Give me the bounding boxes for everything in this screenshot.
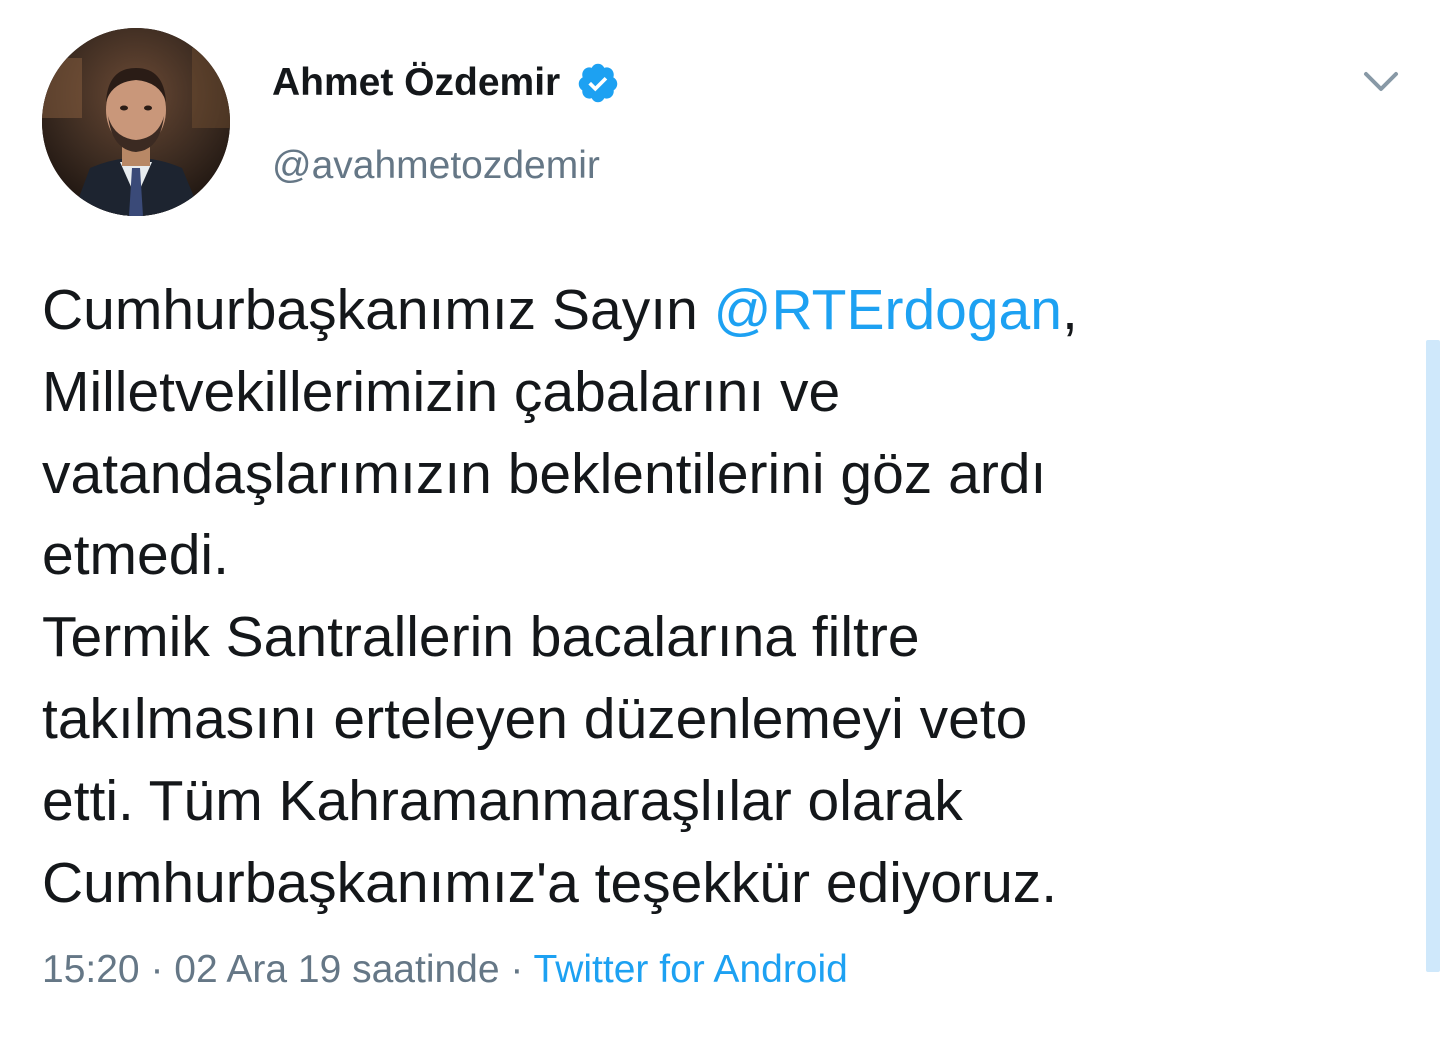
- mention-link[interactable]: @RTErdogan: [714, 278, 1062, 342]
- display-name[interactable]: Ahmet Özdemir: [272, 61, 560, 105]
- scrollbar[interactable]: [1426, 340, 1440, 972]
- tweet-source-link[interactable]: Twitter for Android: [534, 948, 848, 991]
- chevron-down-icon[interactable]: [1356, 60, 1406, 104]
- user-handle[interactable]: @avahmetozdemir: [272, 144, 600, 188]
- tweet-date[interactable]: 02 Ara 19 saatinde: [174, 948, 499, 991]
- tweet-text-rest: , Milletvekillerimizin çabalarını ve vat…: [42, 278, 1078, 915]
- display-name-row[interactable]: Ahmet Özdemir: [272, 56, 620, 110]
- tweet-meta: 15:20 · 02 Ara 19 saatinde · Twitter for…: [42, 948, 848, 992]
- meta-separator: ·: [150, 948, 164, 991]
- verified-badge-icon: [576, 61, 620, 105]
- tweet-card: Ahmet Özdemir @avahmetozdemir Cumhurbaşk…: [0, 0, 1440, 1038]
- tweet-time[interactable]: 15:20: [42, 948, 140, 991]
- avatar[interactable]: [42, 28, 230, 216]
- tweet-text-start: Cumhurbaşkanımız Sayın: [42, 278, 714, 342]
- avatar-photo: [42, 28, 230, 216]
- tweet-text: Cumhurbaşkanımız Sayın @RTErdogan, Mille…: [42, 270, 1242, 924]
- meta-separator: ·: [510, 948, 524, 991]
